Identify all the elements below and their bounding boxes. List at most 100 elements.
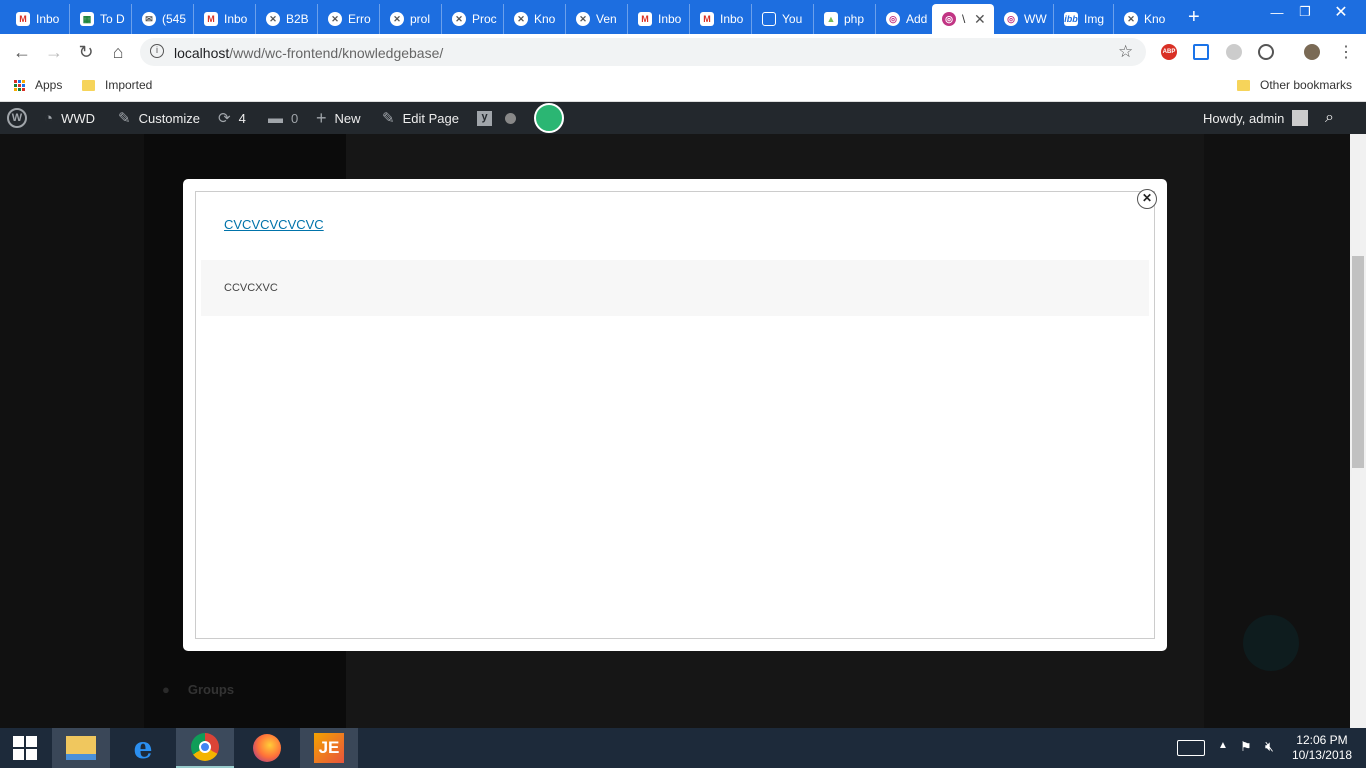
forward-icon[interactable]: → <box>42 40 66 64</box>
edit-page-link[interactable]: ✎ Edit Page <box>382 102 459 134</box>
php-icon: ▲ <box>824 12 838 26</box>
scrollbar-thumb[interactable] <box>1352 256 1364 468</box>
modal-frame: CVCVCVCVCVC CCVCXVC <box>195 191 1155 639</box>
info-icon[interactable]: i <box>150 44 164 58</box>
wordpress-icon: ✕ <box>514 12 528 26</box>
comment-icon: ▬ <box>268 109 283 127</box>
volume-muted-icon[interactable]: 🔇︎ <box>1265 738 1274 755</box>
tab[interactable]: ✕ B2B <box>256 4 318 34</box>
tab[interactable]: ✕ Kno <box>1114 4 1176 34</box>
instagram-icon: ◎ <box>886 12 900 26</box>
tab[interactable]: ▦ To D <box>70 4 132 34</box>
new-tab-icon[interactable]: + <box>1188 6 1200 29</box>
tab[interactable]: ◎ WW <box>994 4 1054 34</box>
brush-icon: ✎ <box>118 110 131 127</box>
address-bar[interactable]: i localhost/wwd/wc-frontend/knowledgebas… <box>140 38 1146 66</box>
instagram-icon: ◎ <box>942 12 956 26</box>
wordpress-icon: ✕ <box>452 12 466 26</box>
updates-link[interactable]: ⟳ 4 <box>218 102 246 134</box>
document-icon <box>762 12 776 26</box>
dashboard-icon: ◔ <box>44 109 54 127</box>
wordpress-icon: ✕ <box>576 12 590 26</box>
bookmark-imported[interactable]: Imported <box>82 78 152 92</box>
back-icon[interactable]: ← <box>10 40 34 64</box>
tab[interactable]: ✕ Proc <box>442 4 504 34</box>
windows-logo-icon <box>13 736 37 760</box>
user-account-link[interactable]: Howdy, admin <box>1203 102 1309 134</box>
menu-icon[interactable]: ⋮ <box>1338 42 1354 62</box>
jetbrains-icon[interactable]: JE <box>300 728 358 768</box>
tab[interactable]: ✕ Kno <box>504 4 566 34</box>
bookmark-apps[interactable]: Apps <box>14 78 62 92</box>
yoast-icon[interactable]: y <box>477 102 492 134</box>
url-text: localhost/wwd/wc-frontend/knowledgebase/ <box>174 45 444 61</box>
avatar <box>1292 110 1309 126</box>
tab[interactable]: ✉ (545 <box>132 4 194 34</box>
folder-icon <box>82 79 95 91</box>
gmail-icon: M <box>204 12 218 26</box>
folder-icon <box>1237 79 1250 91</box>
article-body-text: CCVCXVC <box>224 282 278 294</box>
extension-icon[interactable] <box>1258 44 1274 60</box>
tab[interactable]: ◎ Add <box>876 4 932 34</box>
groups-icon: ● <box>162 682 170 697</box>
imgbb-icon: ibb <box>1064 12 1078 26</box>
wordpress-icon: ✕ <box>1124 12 1138 26</box>
tab[interactable]: ✕ prol <box>380 4 442 34</box>
close-tab-icon[interactable]: ✕ <box>974 11 986 28</box>
restore-icon[interactable]: ❐ <box>1288 0 1322 24</box>
tab[interactable]: ▲ php <box>814 4 876 34</box>
start-button[interactable] <box>0 728 50 768</box>
pencil-icon: ✎ <box>382 110 395 127</box>
wordpress-icon: ✕ <box>266 12 280 26</box>
tab-active[interactable]: ◎ \ ✕ <box>932 4 994 34</box>
tab[interactable]: ✕ Erro <box>318 4 380 34</box>
gmail-icon: M <box>700 12 714 26</box>
tab[interactable]: ibb Img <box>1054 4 1114 34</box>
tab[interactable]: M Inbo <box>0 4 70 34</box>
plus-icon: + <box>316 107 327 128</box>
close-icon[interactable]: ✕ <box>1137 189 1157 209</box>
other-bookmarks[interactable]: Other bookmarks <box>1237 78 1352 92</box>
system-clock[interactable]: 12:06 PM 10/13/2018 <box>1292 733 1352 763</box>
sidebar-item-groups[interactable]: ● Groups <box>162 682 342 697</box>
extension-icon[interactable] <box>1226 44 1242 60</box>
tab[interactable]: M Inbo <box>194 4 256 34</box>
tab-strip: M Inbo ▦ To D ✉ (545 M Inbo ✕ B2B ✕ Erro ✕ prol… <box>0 0 1366 34</box>
reload-icon[interactable]: ↻ <box>74 40 98 64</box>
site-name-link[interactable]: ◔ WWD <box>44 102 95 134</box>
wordpress-logo-icon[interactable]: W <box>7 102 27 134</box>
article-title-link[interactable]: CVCVCVCVCVC <box>224 217 324 232</box>
gmail-icon: M <box>16 12 30 26</box>
wordpress-icon: ✕ <box>328 12 342 26</box>
customize-link[interactable]: ✎ Customize <box>118 102 200 134</box>
keyboard-icon[interactable] <box>1177 740 1205 756</box>
plugin-badge-icon[interactable] <box>534 102 564 134</box>
adblock-icon[interactable]: ABP <box>1161 44 1177 60</box>
firefox-icon[interactable] <box>238 728 296 768</box>
home-icon[interactable]: ⌂ <box>106 40 130 64</box>
knowledgebase-modal: CVCVCVCVCVC CCVCXVC ✕ <box>183 179 1167 651</box>
sheets-icon: ▦ <box>80 12 94 26</box>
browser-toolbar: ← → ↻ ⌂ i localhost/wwd/wc-frontend/know… <box>0 34 1366 70</box>
comments-link[interactable]: ▬ 0 <box>268 102 298 134</box>
chevron-up-icon[interactable]: ▲ <box>1218 740 1228 751</box>
tab[interactable]: ✕ Ven <box>566 4 628 34</box>
close-window-icon[interactable]: ✕ <box>1324 0 1358 24</box>
bookmarks-bar: Apps Imported Other bookmarks <box>0 70 1366 102</box>
search-icon[interactable]: ⌕ <box>1325 102 1334 134</box>
screenshot-icon[interactable] <box>1193 44 1209 60</box>
wordpress-icon: ✕ <box>390 12 404 26</box>
avatar[interactable] <box>1304 44 1320 60</box>
tab[interactable]: M Inbo <box>628 4 690 34</box>
article-content: CCVCXVC <box>201 260 1149 316</box>
tab[interactable]: M Inbo <box>690 4 752 34</box>
chrome-icon[interactable] <box>176 728 234 768</box>
star-icon[interactable]: ☆ <box>1118 42 1133 62</box>
new-content-link[interactable]: + New <box>316 102 361 134</box>
file-explorer-icon[interactable] <box>52 728 110 768</box>
action-center-icon[interactable]: ⚑ <box>1240 739 1252 755</box>
internet-explorer-icon[interactable]: e <box>114 728 172 768</box>
tab[interactable]: You <box>752 4 814 34</box>
floating-action-button[interactable] <box>1243 615 1299 671</box>
